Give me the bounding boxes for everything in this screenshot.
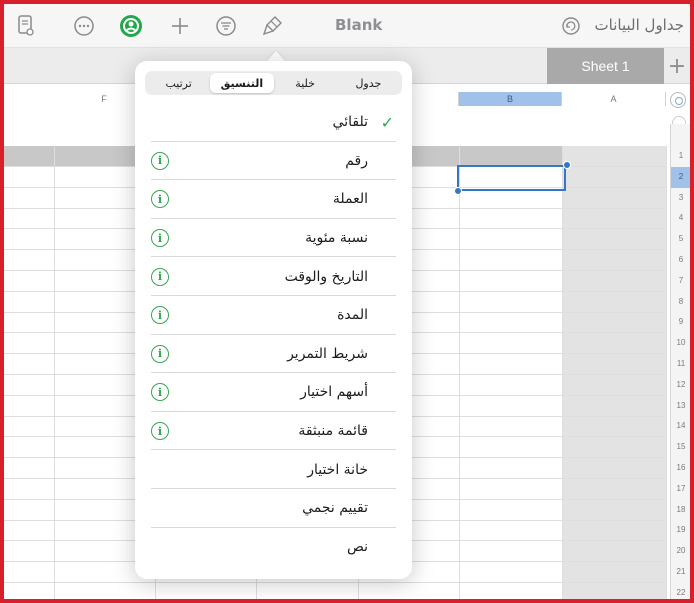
add-icon[interactable] bbox=[168, 14, 192, 38]
format-option-label: شريط التمرير bbox=[287, 345, 368, 362]
popover-segment-control: جدول خلية التنسيق ترتيب bbox=[145, 71, 402, 95]
more-options-icon[interactable] bbox=[72, 14, 96, 38]
format-option[interactable]: العملة i bbox=[135, 180, 412, 219]
format-option-label: تلقائي bbox=[332, 114, 368, 131]
row-number[interactable]: 1 bbox=[671, 146, 690, 167]
collaborate-icon[interactable] bbox=[119, 14, 143, 38]
row-number[interactable]: 16 bbox=[671, 458, 690, 479]
row-number[interactable]: 4 bbox=[671, 208, 690, 229]
row-number[interactable]: 3 bbox=[671, 188, 690, 209]
selected-cell[interactable] bbox=[457, 165, 566, 191]
row-number[interactable]: 22 bbox=[671, 583, 690, 599]
info-icon[interactable]: i bbox=[151, 344, 169, 363]
row-number[interactable]: 18 bbox=[671, 500, 690, 521]
tab-cell[interactable]: خلية bbox=[274, 73, 337, 93]
column-header-a[interactable]: A bbox=[562, 92, 666, 106]
tab-table[interactable]: جدول bbox=[337, 73, 400, 93]
selection-handle-end[interactable] bbox=[563, 161, 571, 169]
format-option[interactable]: أسهم اختيار i bbox=[135, 373, 412, 412]
row-number-bar: 1 2 3 4 5 6 7 8 9 10 11 12 13 14 15 16 17 18 19 20 21 22 bbox=[670, 124, 690, 599]
grid-row-line bbox=[4, 582, 666, 583]
format-option-label: تقييم نجمي bbox=[302, 500, 368, 517]
tab-format[interactable]: التنسيق bbox=[210, 73, 274, 93]
app-title-back-link[interactable]: جداول البيانات bbox=[595, 16, 684, 34]
toolbar: Blank جداول البيانات bbox=[4, 4, 690, 48]
format-option[interactable]: قائمة منبثقة i bbox=[135, 412, 412, 451]
format-option[interactable]: المدة i bbox=[135, 296, 412, 335]
format-option-label: رقم bbox=[345, 152, 368, 169]
row-number[interactable]: 8 bbox=[671, 292, 690, 313]
format-option-label: خانة اختيار bbox=[307, 461, 368, 478]
info-icon[interactable]: i bbox=[151, 229, 169, 248]
document-title[interactable]: Blank bbox=[335, 16, 382, 34]
info-icon[interactable]: i bbox=[151, 151, 169, 170]
row-number[interactable]: 11 bbox=[671, 354, 690, 375]
selection-handle-start[interactable] bbox=[454, 187, 462, 195]
row-number[interactable]: 13 bbox=[671, 396, 690, 417]
screen-frame: Blank جداول البيانات Sheet 1 + F C B A 1… bbox=[0, 0, 694, 603]
row-number[interactable]: 19 bbox=[671, 520, 690, 541]
format-option-label: أسهم اختيار bbox=[300, 384, 368, 401]
row-number[interactable]: 9 bbox=[671, 312, 690, 333]
grid-column-line bbox=[666, 146, 667, 599]
format-option-label: التاريخ والوقت bbox=[284, 268, 368, 285]
row-number[interactable]: 20 bbox=[671, 541, 690, 562]
format-option[interactable]: التاريخ والوقت i bbox=[135, 257, 412, 296]
format-list: ✓ تلقائي رقم i العملة i نسبة مئوية i التاريخ وال… bbox=[135, 103, 412, 566]
row-number[interactable]: 17 bbox=[671, 479, 690, 500]
row-number[interactable]: 12 bbox=[671, 375, 690, 396]
row-number[interactable]: 5 bbox=[671, 229, 690, 250]
select-all-button[interactable] bbox=[670, 92, 686, 108]
info-icon[interactable]: i bbox=[151, 422, 169, 441]
add-sheet-button[interactable]: + bbox=[664, 48, 690, 84]
format-option-label: قائمة منبثقة bbox=[298, 423, 368, 440]
format-option-label: المدة bbox=[337, 307, 368, 324]
format-option-label: العملة bbox=[332, 191, 368, 208]
document-view-icon[interactable] bbox=[14, 14, 38, 38]
row-number[interactable]: 21 bbox=[671, 562, 690, 583]
info-icon[interactable]: i bbox=[151, 306, 169, 325]
info-icon[interactable]: i bbox=[151, 190, 169, 209]
row-number[interactable]: 7 bbox=[671, 271, 690, 292]
tab-arrange[interactable]: ترتيب bbox=[147, 73, 210, 93]
tab-sheet-1[interactable]: Sheet 1 bbox=[547, 48, 664, 84]
format-option[interactable]: تقييم نجمي bbox=[135, 489, 412, 528]
sort-filter-icon[interactable] bbox=[214, 14, 238, 38]
column-header-b[interactable]: B bbox=[459, 92, 562, 106]
row-number[interactable]: 10 bbox=[671, 333, 690, 354]
format-option[interactable]: نسبة مئوية i bbox=[135, 219, 412, 258]
format-paintbrush-icon[interactable] bbox=[260, 14, 284, 38]
undo-icon[interactable] bbox=[559, 14, 583, 38]
row-number[interactable]: 6 bbox=[671, 250, 690, 271]
format-option[interactable]: ✓ تلقائي bbox=[135, 103, 412, 142]
checkmark-icon: ✓ bbox=[380, 112, 394, 132]
format-option[interactable]: شريط التمرير i bbox=[135, 335, 412, 374]
format-option[interactable]: نص bbox=[135, 528, 412, 567]
row-number[interactable]: 2 bbox=[671, 166, 690, 188]
format-option-label: نسبة مئوية bbox=[305, 230, 368, 247]
format-popover: جدول خلية التنسيق ترتيب ✓ تلقائي رقم i العمل… bbox=[135, 61, 412, 579]
format-option-label: نص bbox=[346, 538, 368, 555]
row-number[interactable]: 15 bbox=[671, 437, 690, 458]
info-icon[interactable]: i bbox=[151, 267, 169, 286]
format-option[interactable]: رقم i bbox=[135, 142, 412, 181]
info-icon[interactable]: i bbox=[151, 383, 169, 402]
format-option[interactable]: خانة اختيار bbox=[135, 450, 412, 489]
row-number[interactable]: 14 bbox=[671, 416, 690, 437]
